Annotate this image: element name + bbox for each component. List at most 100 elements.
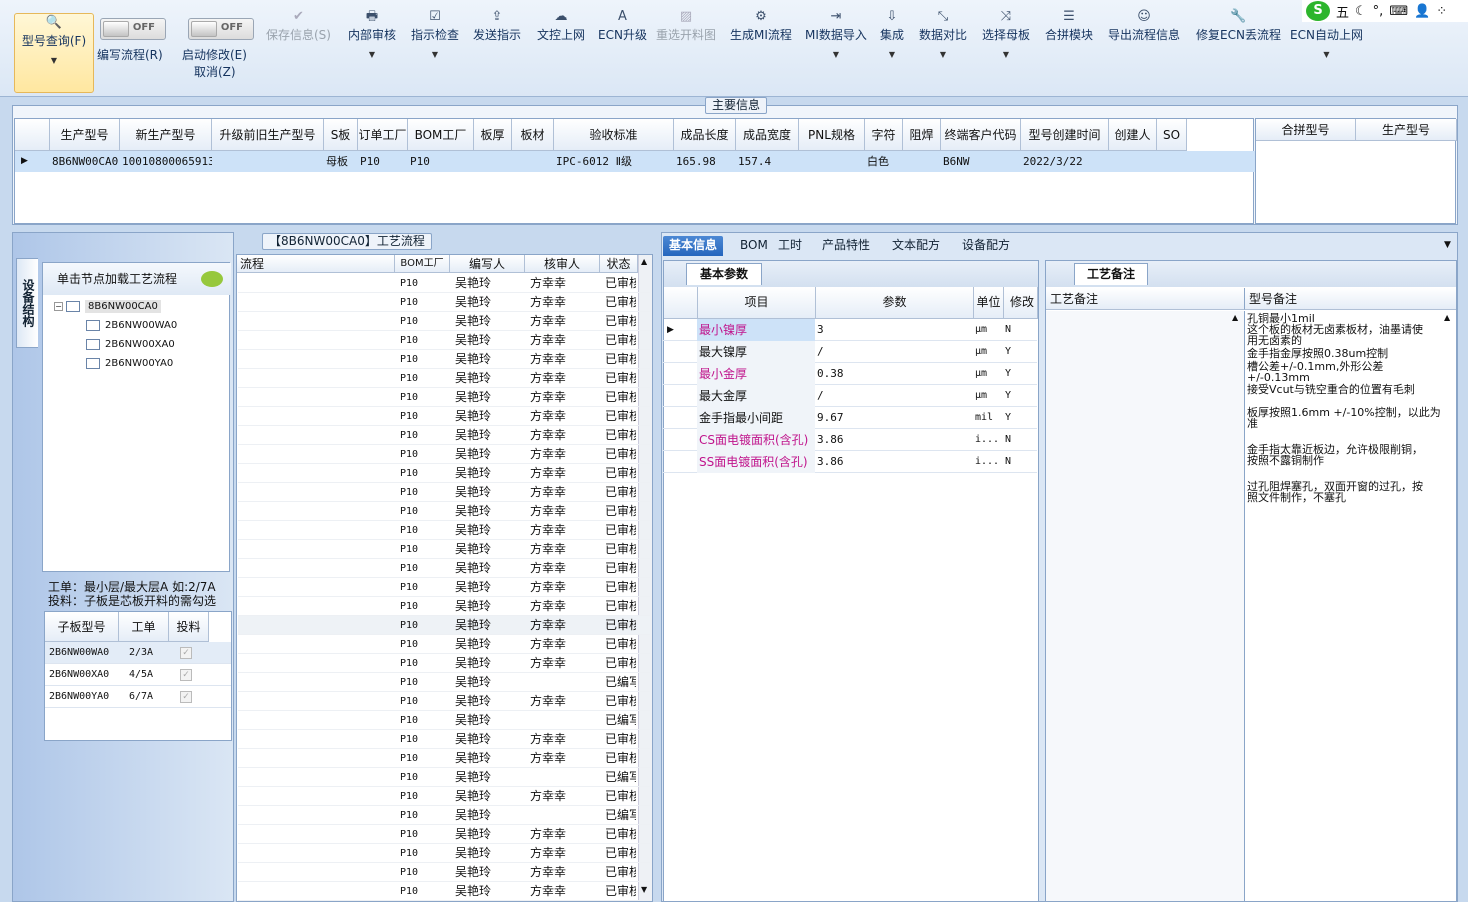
process-row[interactable]: 预烘 P10 吴艳玲 方幸幸 已审核 [238,445,650,464]
merge-module-button[interactable]: ☰ 合拼模块 [1045,8,1093,43]
process-row[interactable]: 字符 P10 吴艳玲 方幸幸 已审核 [238,521,650,540]
process-row[interactable]: 退膜 P10 吴艳玲 方幸幸 已审核 [238,312,650,331]
main-info-col-header[interactable]: SO [1157,119,1187,151]
process-row[interactable]: 显影 P10 吴艳玲 方幸幸 已审核 [238,483,650,502]
param-value[interactable]: 3.86 [817,451,971,473]
generate-mi-flow-button[interactable]: ⚙ 生成MI流程 [730,8,792,43]
tab-product-features[interactable]: 产品特性 [816,236,876,256]
param-value[interactable]: / [817,385,971,407]
feed-col-header[interactable]: 投料 [169,612,209,642]
keyboard-icon[interactable]: ⌨ [1389,4,1408,19]
main-info-col-header[interactable]: BOM工厂 [408,119,474,151]
process-row[interactable]: 水洗烘干 P10 吴艳玲 方幸幸 已审核 [238,654,650,673]
main-info-col-header[interactable]: 成品宽度 [736,119,799,151]
main-info-col-header[interactable]: 升级前旧生产型号 [212,119,324,151]
ecn-upgrade-button[interactable]: A ECN升级 [598,8,647,43]
feed-checkbox[interactable]: ✓ [180,691,192,703]
process-row[interactable]: 显影 P10 吴艳玲 方幸幸 已审核 [238,274,650,293]
main-info-cell[interactable]: P10 [410,152,474,172]
send-instruction-button[interactable]: ⇪ 发送指示 [473,8,521,43]
user-icon[interactable]: 👤 [1414,4,1430,19]
write-flow-toggle[interactable]: OFF [100,18,166,40]
process-row[interactable]: 金指倒边 P10 吴艳玲 方幸幸 已审核 [238,730,650,749]
main-info-cell[interactable]: 165.98 [676,152,736,172]
param-value[interactable]: / [817,341,971,363]
process-row[interactable]: V槽 P10 吴艳玲 方幸幸 已审核 [238,692,650,711]
sub-board-col-header[interactable]: 子板型号 [45,612,119,642]
modify-col-header[interactable]: 修改 [1004,287,1038,319]
process-row[interactable]: 镀金手指 P10 吴艳玲 方幸幸 已审核 [238,616,650,635]
tab-basic-info[interactable]: 基本信息 [663,236,724,256]
process-row[interactable]: 撕蓝胶 P10 吴艳玲 方幸幸 已审核 [238,635,650,654]
process-row[interactable]: 压蓝胶 P10 吴艳玲 方幸幸 已审核 [238,578,650,597]
main-info-col-header[interactable]: 板材 [512,119,554,151]
main-info-col-header[interactable]: 字符 [865,119,903,151]
param-row[interactable]: 最大金厚 / μm Y [663,385,1037,407]
process-row[interactable]: −终检 P10 吴艳玲 方幸幸 已审核 [238,825,650,844]
ime-mode-label[interactable]: 五 [1336,2,1349,21]
main-info-cell[interactable]: 157.4 [738,152,799,172]
process-note-text[interactable] [1046,311,1244,901]
main-info-col-header[interactable]: 新生产型号 [120,119,212,151]
sub-board-row[interactable]: 2B6NW00XA0 4/5A ✓ [45,664,231,686]
instruction-check-button[interactable]: ☑ 指示检查 ▼ [411,8,459,59]
process-row[interactable]: 外观检查 P10 吴艳玲 方幸幸 已审核 [238,863,650,882]
writer-col-header[interactable]: 编写人 [450,255,525,273]
process-row[interactable]: 电子测试 P10 吴艳玲 已编写 [238,806,650,825]
integrate-button[interactable]: ⇩ 集成 ▼ [880,8,904,59]
param-col-header[interactable]: 参数 [816,287,974,319]
repair-ecn-flow-button[interactable]: 🔧 修复ECN丢流程 [1196,8,1281,43]
internal-review-button[interactable]: 🖶 内部审核 ▼ [348,8,396,59]
main-info-col-header[interactable]: PNL规格 [799,119,865,151]
process-row[interactable]: 曝光 P10 吴艳玲 方幸幸 已审核 [238,464,650,483]
process-row[interactable]: −AOI P10 吴艳玲 方幸幸 已审核 [238,331,650,350]
tree-child[interactable]: 2B6NW00WA0 [86,316,177,335]
tree-child[interactable]: 2B6NW00XA0 [86,335,175,354]
param-value[interactable]: 9.67 [817,407,971,429]
tab-bom[interactable]: BOM [734,236,774,256]
tab-equipment-recipe[interactable]: 设备配方 [956,236,1016,256]
process-row[interactable]: 阻焊前处理 P10 吴艳玲 方幸幸 已审核 [238,388,650,407]
param-row[interactable]: 最大镍厚 / μm Y [663,341,1037,363]
param-row[interactable]: ▶ 最小镍厚 3 μm N [663,319,1037,341]
doc-control-online-button[interactable]: ☁ 文控上网 [537,8,585,43]
main-info-col-header[interactable]: 订单工厂 [358,119,408,151]
process-row[interactable]: −阻焊 P10 吴艳玲 方幸幸 已审核 [238,369,650,388]
param-row[interactable]: 最小金厚 0.38 μm Y [663,363,1037,385]
scroll-up-icon[interactable]: ▲ [1232,313,1238,322]
main-info-col-header[interactable]: 型号创建时间 [1021,119,1109,151]
process-row[interactable]: 成品清洗 P10 吴艳玲 方幸幸 已审核 [238,749,650,768]
feed-checkbox[interactable]: ✓ [180,647,192,659]
main-info-cell[interactable]: 白色 [867,152,903,172]
merge-model-col-header[interactable]: 合拼型号 [1256,119,1356,141]
moon-icon[interactable]: ☾ [1355,4,1367,19]
process-row[interactable]: 终固化 P10 吴艳玲 方幸幸 已审核 [238,540,650,559]
tab-work-hours[interactable]: 工时 [772,236,808,256]
param-row[interactable]: SS面电镀面积(含孔) 3.86 i... N [663,451,1037,473]
process-row[interactable]: 铣板 P10 吴艳玲 已编写 [238,711,650,730]
tree-child[interactable]: 2B6NW00YA0 [86,354,173,373]
process-row[interactable]: 开窗 P10 吴艳玲 方幸幸 已审核 [238,597,650,616]
process-row[interactable]: −电子测试 P10 吴艳玲 已编写 [238,768,650,787]
main-info-col-header[interactable]: 阻焊 [903,119,941,151]
reviewer-col-header[interactable]: 核审人 [525,255,600,273]
tab-device-structure[interactable]: 设备结构 [16,258,38,348]
tab-process-notes[interactable]: 工艺备注 [1074,263,1148,285]
main-info-cell[interactable]: IPC-6012 Ⅱ级 [556,152,674,172]
main-info-cell[interactable]: 10010800065913 [122,152,212,172]
param-value[interactable]: 3 [817,319,971,341]
main-info-cell[interactable]: B6NW [943,152,1021,172]
reselect-cutting-button[interactable]: ▨ 重选开料图 [656,8,716,43]
flow-col-header[interactable]: 流程 [237,255,395,273]
param-value[interactable]: 0.38 [817,363,971,385]
scroll-up-icon[interactable]: ▲ [641,257,647,266]
cancel-label[interactable]: 取消(Z) [194,63,236,80]
tab-basic-params[interactable]: 基本参数 [686,263,762,285]
process-row[interactable]: 功能检查 P10 吴艳玲 方幸幸 已审核 [238,844,650,863]
merge-production-col-header[interactable]: 生产型号 [1356,119,1457,141]
export-flow-info-button[interactable]: ☺ 导出流程信息 [1108,8,1180,43]
process-row[interactable]: 喷涂 P10 吴艳玲 方幸幸 已审核 [238,426,650,445]
main-info-cell[interactable]: 8B6NW00CA0 [52,152,120,172]
feed-checkbox[interactable]: ✓ [180,669,192,681]
process-row[interactable]: −字符 P10 吴艳玲 方幸幸 已审核 [238,502,650,521]
